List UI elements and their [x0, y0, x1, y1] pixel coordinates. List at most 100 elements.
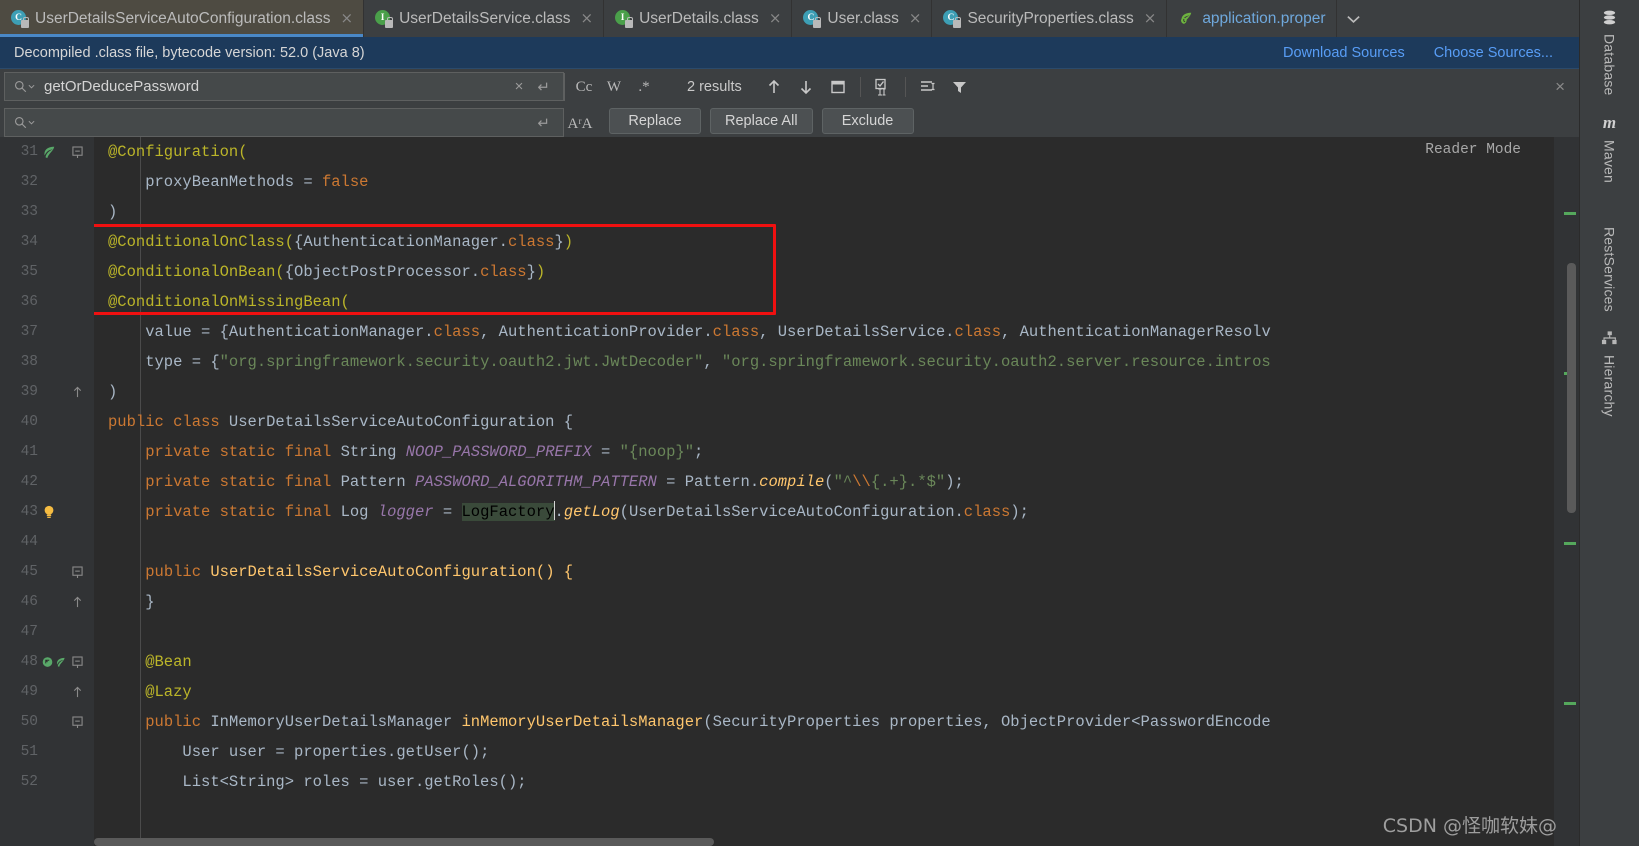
gutter-line[interactable]: 49: [0, 677, 94, 707]
editor-tab-5[interactable]: application.proper: [1167, 0, 1337, 37]
preserve-case-icon[interactable]: [867, 72, 899, 102]
in-selection-icon[interactable]: [912, 72, 944, 102]
gutter-line[interactable]: 44: [0, 527, 94, 557]
fold-marker[interactable]: [66, 715, 88, 729]
gutter-marks[interactable]: [40, 504, 66, 520]
gutter-marks[interactable]: [40, 145, 66, 159]
code-line[interactable]: @ConditionalOnClass({AuthenticationManag…: [94, 227, 1579, 257]
tab-close-icon[interactable]: ×: [578, 11, 594, 26]
editor-tab-1[interactable]: I UserDetailsService.class ×: [364, 0, 605, 37]
tab-overflow-chevron-down-icon[interactable]: [1337, 0, 1370, 37]
code-line[interactable]: }: [94, 587, 1579, 617]
gutter-line[interactable]: 31: [0, 137, 94, 167]
gutter-line[interactable]: 35: [0, 257, 94, 287]
choose-sources-link[interactable]: Choose Sources...: [1434, 45, 1553, 61]
code-line[interactable]: value = {AuthenticationManager.class, Au…: [94, 317, 1579, 347]
code-line[interactable]: @ConditionalOnMissingBean(: [94, 287, 1579, 317]
gutter-line[interactable]: 43: [0, 497, 94, 527]
tool-window-label: RestServices: [1601, 226, 1618, 312]
tab-close-icon[interactable]: ×: [1141, 11, 1157, 26]
tool-window-maven[interactable]: m Maven: [1602, 110, 1618, 189]
replace-all-button[interactable]: Replace All: [710, 108, 813, 134]
editor-tab-3[interactable]: C User.class ×: [792, 0, 933, 37]
gutter-line[interactable]: 46: [0, 587, 94, 617]
editor-gutter[interactable]: 31 32 33 34 35 36 37 38 39 40 41 42 43 44 45 46 47 48 49 50…: [0, 137, 94, 846]
code-line[interactable]: public InMemoryUserDetailsManager inMemo…: [94, 707, 1579, 737]
tool-window-restservices[interactable]: RestServices: [1602, 197, 1618, 318]
fold-marker[interactable]: [66, 655, 88, 669]
code-line[interactable]: User user = properties.getUser();: [94, 737, 1579, 767]
previous-occurrence-button[interactable]: [758, 72, 790, 102]
gutter-line[interactable]: 33: [0, 197, 94, 227]
fold-marker[interactable]: [66, 596, 88, 609]
tool-window-database[interactable]: Database: [1601, 4, 1618, 102]
gutter-line[interactable]: 41: [0, 437, 94, 467]
replace-button[interactable]: Replace: [609, 108, 701, 134]
tab-close-icon[interactable]: ×: [906, 11, 922, 26]
fold-marker[interactable]: [66, 145, 88, 159]
preserve-case-toggle[interactable]: AʳA: [565, 109, 595, 133]
whole-words-toggle[interactable]: W: [599, 79, 629, 96]
editor-tab-4[interactable]: C SecurityProperties.class ×: [932, 0, 1168, 37]
gutter-line[interactable]: 47: [0, 617, 94, 647]
code-token: class: [433, 323, 481, 341]
code-line[interactable]: ): [94, 197, 1579, 227]
open-in-find-window-button[interactable]: [822, 72, 854, 102]
gutter-line[interactable]: 36: [0, 287, 94, 317]
gutter-marks[interactable]: [40, 655, 66, 669]
code-line[interactable]: type = {"org.springframework.security.oa…: [94, 347, 1579, 377]
code-line[interactable]: List<String> roles = user.getRoles();: [94, 767, 1579, 797]
code-line[interactable]: public UserDetailsServiceAutoConfigurati…: [94, 557, 1579, 587]
clear-search-icon[interactable]: ×: [508, 78, 531, 95]
fold-marker[interactable]: [66, 386, 88, 399]
code-line[interactable]: [94, 617, 1579, 647]
close-find-panel-button[interactable]: ×: [1555, 69, 1579, 105]
replace-input[interactable]: ↵: [4, 108, 564, 137]
editor-tab-2[interactable]: I UserDetails.class ×: [604, 0, 793, 37]
regex-toggle[interactable]: .*: [629, 79, 659, 96]
gutter-line[interactable]: 32: [0, 167, 94, 197]
search-input[interactable]: getOrDeducePassword × ↵: [4, 72, 564, 101]
line-number: 34: [20, 234, 38, 250]
filter-icon[interactable]: [944, 72, 976, 102]
code-line[interactable]: private static final Pattern PASSWORD_AL…: [94, 467, 1579, 497]
gutter-line[interactable]: 48: [0, 647, 94, 677]
gutter-line[interactable]: 34: [0, 227, 94, 257]
next-occurrence-button[interactable]: [790, 72, 822, 102]
editor-code-area[interactable]: @Configuration( proxyBeanMethods = false…: [94, 137, 1579, 846]
code-line[interactable]: @Lazy: [94, 677, 1579, 707]
editor-marker-bar[interactable]: [1553, 137, 1579, 846]
code-line[interactable]: @Configuration(: [94, 137, 1579, 167]
code-editor[interactable]: 31 32 33 34 35 36 37 38 39 40 41 42 43 44 45 46 47 48 49 50…: [0, 137, 1579, 846]
match-case-toggle[interactable]: Cc: [569, 79, 599, 96]
code-line[interactable]: private static final String NOOP_PASSWOR…: [94, 437, 1579, 467]
replace-history-icon[interactable]: ↵: [530, 114, 557, 132]
gutter-line[interactable]: 51: [0, 737, 94, 767]
gutter-line[interactable]: 42: [0, 467, 94, 497]
fold-marker[interactable]: [66, 686, 88, 699]
fold-marker[interactable]: [66, 565, 88, 579]
code-line[interactable]: @Bean: [94, 647, 1579, 677]
gutter-line[interactable]: 38: [0, 347, 94, 377]
code-line[interactable]: @ConditionalOnBean({ObjectPostProcessor.…: [94, 257, 1579, 287]
code-line[interactable]: proxyBeanMethods = false: [94, 167, 1579, 197]
exclude-button[interactable]: Exclude: [821, 108, 914, 134]
code-line[interactable]: private static final Log logger = LogFac…: [94, 497, 1579, 527]
tool-window-hierarchy[interactable]: Hierarchy: [1601, 325, 1618, 423]
code-line[interactable]: ): [94, 377, 1579, 407]
tab-close-icon[interactable]: ×: [338, 11, 354, 26]
reader-mode-label[interactable]: Reader Mode: [1425, 142, 1521, 158]
gutter-line[interactable]: 45: [0, 557, 94, 587]
gutter-line[interactable]: 40: [0, 407, 94, 437]
download-sources-link[interactable]: Download Sources: [1283, 45, 1405, 61]
gutter-line[interactable]: 37: [0, 317, 94, 347]
horizontal-scrollbar[interactable]: [94, 838, 714, 846]
code-line[interactable]: public class UserDetailsServiceAutoConfi…: [94, 407, 1579, 437]
editor-tab-0[interactable]: C UserDetailsServiceAutoConfiguration.cla…: [0, 0, 365, 37]
code-line[interactable]: [94, 527, 1579, 557]
tab-close-icon[interactable]: ×: [766, 11, 782, 26]
gutter-line[interactable]: 52: [0, 767, 94, 797]
gutter-line[interactable]: 39: [0, 377, 94, 407]
gutter-line[interactable]: 50: [0, 707, 94, 737]
search-history-icon[interactable]: ↵: [530, 78, 557, 96]
